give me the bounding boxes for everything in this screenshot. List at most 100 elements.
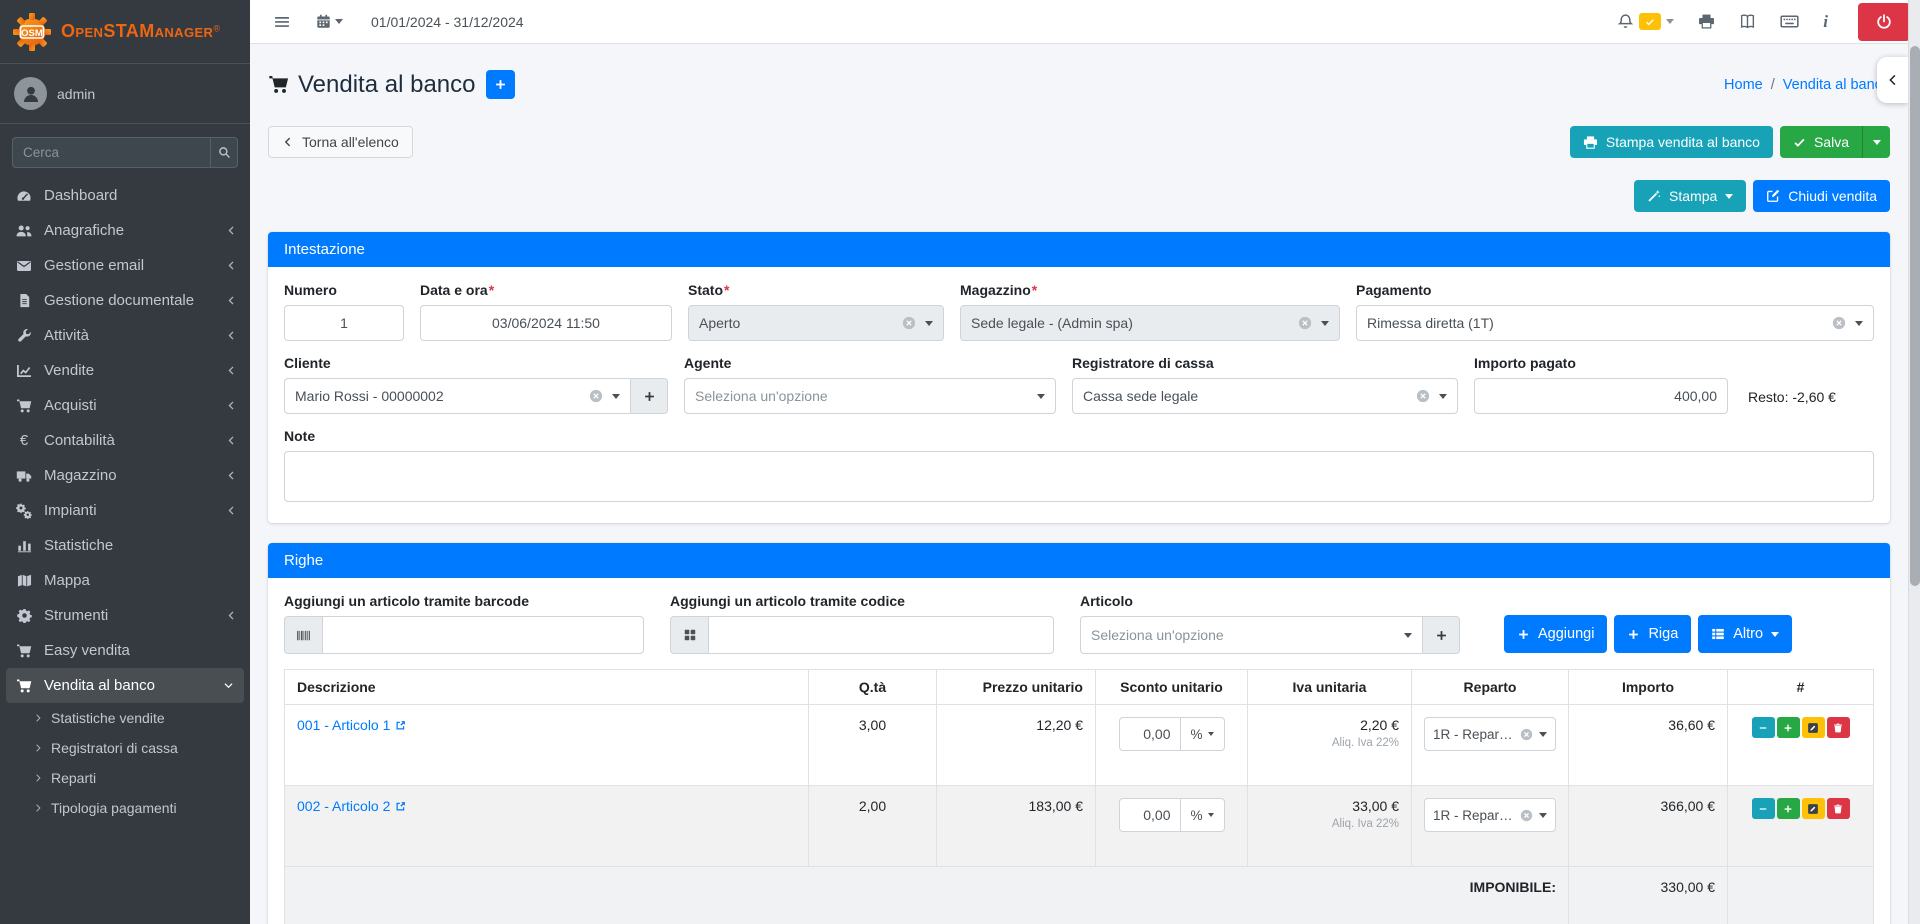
clear-icon[interactable] <box>1298 316 1312 330</box>
logout-button[interactable] <box>1858 3 1910 41</box>
main-content: Vendita al banco Home / Vendita al banco… <box>250 0 1920 924</box>
decrease-qty-button[interactable] <box>1752 798 1775 819</box>
search-button[interactable] <box>210 137 238 168</box>
sidebar-item-easy-vendita[interactable]: Easy vendita <box>0 633 250 668</box>
sidebar-item-strumenti[interactable]: Strumenti <box>0 598 250 633</box>
sidebar-item-acquisti[interactable]: Acquisti <box>0 388 250 423</box>
codice-input[interactable] <box>708 616 1054 654</box>
table-row: 002 - Articolo 2 2,00 183,00 € % 33,00 €… <box>285 786 1874 867</box>
scrollbar-thumb[interactable] <box>1910 46 1920 586</box>
clear-icon[interactable] <box>1416 389 1430 403</box>
add-articolo-button[interactable] <box>1423 616 1460 654</box>
sidebar-subitem-tipologia-pagamenti[interactable]: Tipologia pagamenti <box>0 793 250 823</box>
sidebar-item-contabilita[interactable]: €Contabilità <box>0 423 250 458</box>
increase-qty-button[interactable] <box>1777 717 1800 738</box>
sidebar-subitem-reparti[interactable]: Reparti <box>0 763 250 793</box>
magazzino-select[interactable]: Sede legale - (Admin spa) <box>960 305 1340 341</box>
docs-button[interactable] <box>1739 13 1756 30</box>
note-label: Note <box>284 428 1874 444</box>
print-sale-button[interactable]: Stampa vendita al banco <box>1570 126 1773 158</box>
plus-icon <box>494 78 507 91</box>
brand[interactable]: OSM OpenSTAManager® <box>0 0 250 64</box>
sconto-input[interactable] <box>1119 798 1181 832</box>
power-icon <box>1876 14 1892 30</box>
note-textarea[interactable] <box>284 451 1874 502</box>
numero-input[interactable] <box>284 305 404 341</box>
search-input[interactable] <box>12 137 210 168</box>
sidebar-item-vendite[interactable]: Vendite <box>0 353 250 388</box>
sidebar-item-attivita[interactable]: Attività <box>0 318 250 353</box>
save-dropdown-toggle[interactable] <box>1862 126 1890 158</box>
reparto-select[interactable]: 1R - Reparto 1... <box>1424 798 1556 832</box>
keyboard-icon <box>1780 12 1799 31</box>
increase-qty-button[interactable] <box>1777 798 1800 819</box>
aggiungi-button[interactable]: Aggiungi <box>1504 615 1607 653</box>
back-to-list-button[interactable]: Torna all'elenco <box>268 126 413 158</box>
sidebar-item-gestione-documentale[interactable]: Gestione documentale <box>0 283 250 318</box>
delete-row-button[interactable] <box>1827 717 1850 738</box>
altro-dropdown-button[interactable]: Altro <box>1698 615 1792 653</box>
decrease-qty-button[interactable] <box>1752 717 1775 738</box>
clear-icon[interactable] <box>1520 809 1533 822</box>
clear-icon[interactable] <box>589 389 603 403</box>
table-row: 001 - Articolo 1 3,00 12,20 € % 2,20 €Al… <box>285 705 1874 786</box>
reparto-select[interactable]: 1R - Reparto 1... <box>1424 717 1556 751</box>
sidebar-toggle-button[interactable] <box>274 14 290 30</box>
breadcrumb: Home / Vendita al banco <box>1724 77 1890 93</box>
period-dropdown-button[interactable] <box>316 14 343 29</box>
barcode-input[interactable] <box>322 616 644 654</box>
sidebar-item-vendita-al-banco[interactable]: Vendita al banco <box>6 668 244 703</box>
print-shortcut-button[interactable] <box>1698 13 1715 30</box>
sidebar-subitem-statistiche-vendite[interactable]: Statistiche vendite <box>0 703 250 733</box>
sidebar-nav: Dashboard Anagrafiche Gestione email Ges… <box>0 178 250 703</box>
edit-row-button[interactable] <box>1802 798 1825 819</box>
chevron-left-icon <box>226 435 237 446</box>
agente-select[interactable]: Seleziona un'opzione <box>684 378 1056 414</box>
article-link[interactable]: 001 - Articolo 1 <box>297 717 406 733</box>
registratore-select[interactable]: Cassa sede legale <box>1072 378 1458 414</box>
sidebar-item-dashboard[interactable]: Dashboard <box>0 178 250 213</box>
sidebar-subitem-registratori-di-cassa[interactable]: Registratori di cassa <box>0 733 250 763</box>
sidebar-item-gestione-email[interactable]: Gestione email <box>0 248 250 283</box>
clear-icon[interactable] <box>1832 316 1846 330</box>
stato-select[interactable]: Aperto <box>688 305 944 341</box>
notifications-dropdown[interactable] <box>1617 13 1674 30</box>
clear-icon[interactable] <box>1520 728 1533 741</box>
article-link[interactable]: 002 - Articolo 2 <box>297 798 406 814</box>
sidebar-item-anagrafiche[interactable]: Anagrafiche <box>0 213 250 248</box>
edit-row-button[interactable] <box>1802 717 1825 738</box>
pagamento-select[interactable]: Rimessa diretta (1T) <box>1356 305 1874 341</box>
print-dropdown-button[interactable]: Stampa <box>1634 180 1746 212</box>
info-button[interactable]: i <box>1823 12 1828 32</box>
sconto-input[interactable] <box>1119 717 1181 751</box>
breadcrumb-home-link[interactable]: Home <box>1724 77 1763 93</box>
clear-icon[interactable] <box>902 316 916 330</box>
breadcrumb-current-link[interactable]: Vendita al banco <box>1783 77 1890 93</box>
delete-row-button[interactable] <box>1827 798 1850 819</box>
control-sidebar-toggle[interactable] <box>1877 57 1908 103</box>
resto-value: Resto: -2,60 € <box>1748 389 1836 405</box>
righe-table: Descrizione Q.tà Prezzo unitario Sconto … <box>284 669 1874 924</box>
new-record-button[interactable] <box>486 70 515 99</box>
riga-button[interactable]: Riga <box>1614 615 1691 653</box>
numero-label: Numero <box>284 282 404 298</box>
data-ora-input[interactable] <box>420 305 672 341</box>
plus-icon <box>1517 628 1530 641</box>
close-sale-button[interactable]: Chiudi vendita <box>1753 180 1890 212</box>
articolo-select[interactable]: Seleziona un'opzione <box>1080 616 1423 654</box>
add-cliente-button[interactable] <box>631 378 668 414</box>
sconto-type-select[interactable]: % <box>1181 798 1225 832</box>
sidebar-item-impianti[interactable]: Impianti <box>0 493 250 528</box>
importo-pagato-input[interactable] <box>1474 378 1728 414</box>
iva-aliquota: Aliq. Iva 22% <box>1260 818 1399 830</box>
sidebar-item-statistiche[interactable]: Statistiche <box>0 528 250 563</box>
scrollbar-track[interactable] <box>1908 0 1920 924</box>
shortcuts-button[interactable] <box>1780 12 1799 31</box>
sconto-type-select[interactable]: % <box>1181 717 1225 751</box>
cliente-select[interactable]: Mario Rossi - 00000002 <box>284 378 631 414</box>
sidebar-item-mappa[interactable]: Mappa <box>0 563 250 598</box>
chevron-left-icon <box>226 365 237 376</box>
date-range[interactable]: 01/01/2024 - 31/12/2024 <box>371 14 524 30</box>
save-button[interactable]: Salva <box>1780 126 1862 158</box>
sidebar-item-magazzino[interactable]: Magazzino <box>0 458 250 493</box>
